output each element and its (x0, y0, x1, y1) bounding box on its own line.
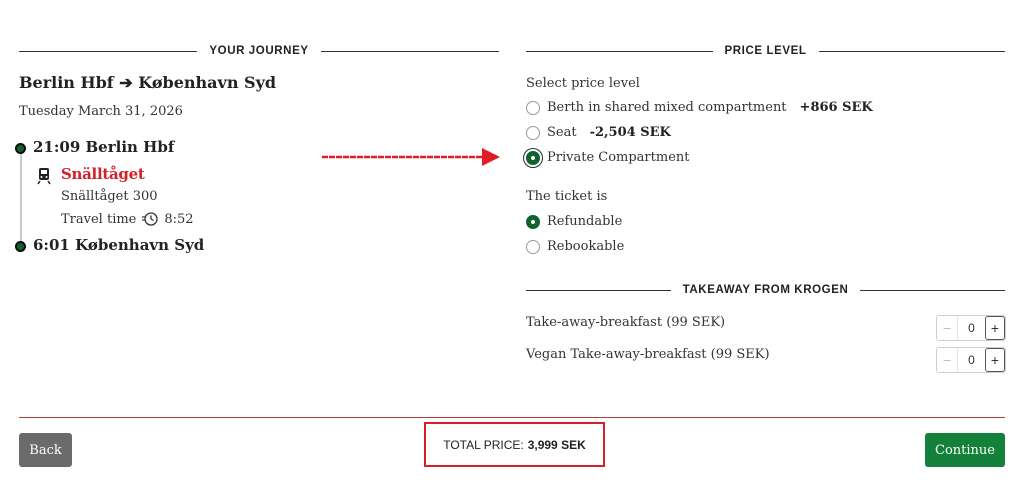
route-title: Berlin Hbf ➔ København Syd (19, 73, 277, 92)
takeaway-item-label: Take-away-breakfast (99 SEK) (526, 315, 726, 330)
travel-date: Tuesday March 31, 2026 (19, 104, 183, 119)
quantity-stepper[interactable]: − 0 + (936, 315, 1006, 341)
section-title: PRICE LEVEL (724, 45, 807, 57)
radio-button[interactable] (526, 239, 540, 254)
price-option-berth[interactable]: Berth in shared mixed compartment +866 S… (526, 100, 873, 115)
departure-stop: 21:09 Berlin Hbf (33, 138, 175, 156)
quantity-stepper[interactable]: − 0 + (936, 347, 1006, 373)
divider-line (320, 50, 499, 52)
quantity-value[interactable]: 0 (957, 316, 985, 340)
clock-icon (142, 212, 159, 226)
ticket-option-refundable[interactable]: Refundable (526, 214, 622, 229)
quantity-value[interactable]: 0 (957, 348, 985, 372)
increment-button[interactable]: + (985, 348, 1005, 372)
option-label: Seat (547, 125, 577, 140)
total-price-label: TOTAL PRICE: (443, 437, 524, 452)
select-price-level-label: Select price level (526, 76, 640, 91)
travel-time-value: 8:52 (164, 211, 194, 227)
total-price-value: 3,999 SEK (527, 437, 586, 452)
option-label: Berth in shared mixed compartment (547, 100, 787, 115)
timeline-line (20, 148, 22, 246)
section-title: YOUR JOURNEY (209, 45, 309, 57)
radio-button[interactable] (526, 125, 540, 140)
takeaway-item-label: Vegan Take-away-breakfast (99 SEK) (526, 347, 770, 362)
radio-button[interactable] (526, 100, 540, 115)
price-level-header: PRICE LEVEL (526, 44, 1006, 58)
section-title: TAKEAWAY FROM KROGEN (682, 284, 849, 296)
train-name: Snälltåget 300 (61, 189, 158, 204)
arrival-dot (15, 241, 26, 252)
total-price: TOTAL PRICE: 3,999 SEK (424, 422, 605, 467)
divider-line (526, 50, 713, 52)
divider-line (19, 50, 198, 52)
decrement-button[interactable]: − (937, 348, 957, 372)
divider-line (860, 289, 1005, 291)
ticket-type-label: The ticket is (526, 189, 608, 204)
departure-dot (15, 143, 26, 154)
your-journey-header: YOUR JOURNEY (19, 44, 499, 58)
radio-button[interactable] (526, 150, 540, 165)
option-price: -2,504 SEK (589, 125, 671, 140)
radio-button[interactable] (526, 214, 540, 229)
increment-button[interactable]: + (985, 316, 1005, 340)
operator-logo: Snälltåget (61, 165, 145, 183)
footer-divider (19, 417, 1005, 418)
option-label: Refundable (547, 214, 623, 229)
continue-button[interactable]: Continue (925, 433, 1005, 467)
option-price: +866 SEK (799, 100, 873, 115)
travel-time: Travel time 8:52 (61, 211, 194, 227)
back-button[interactable]: Back (19, 433, 72, 467)
divider-line (526, 289, 671, 291)
red-arrow-icon (322, 148, 500, 166)
train-icon (37, 168, 51, 185)
option-label: Private Compartment (547, 150, 690, 165)
travel-time-label: Travel time (61, 211, 137, 227)
price-option-private-compartment[interactable]: Private Compartment (526, 150, 690, 165)
takeaway-header: TAKEAWAY FROM KROGEN (526, 283, 1005, 297)
decrement-button[interactable]: − (937, 316, 957, 340)
ticket-option-rebookable[interactable]: Rebookable (526, 239, 624, 254)
divider-line (818, 50, 1006, 52)
arrival-stop: 6:01 København Syd (33, 236, 205, 254)
price-option-seat[interactable]: Seat -2,504 SEK (526, 125, 671, 140)
option-label: Rebookable (547, 239, 625, 254)
